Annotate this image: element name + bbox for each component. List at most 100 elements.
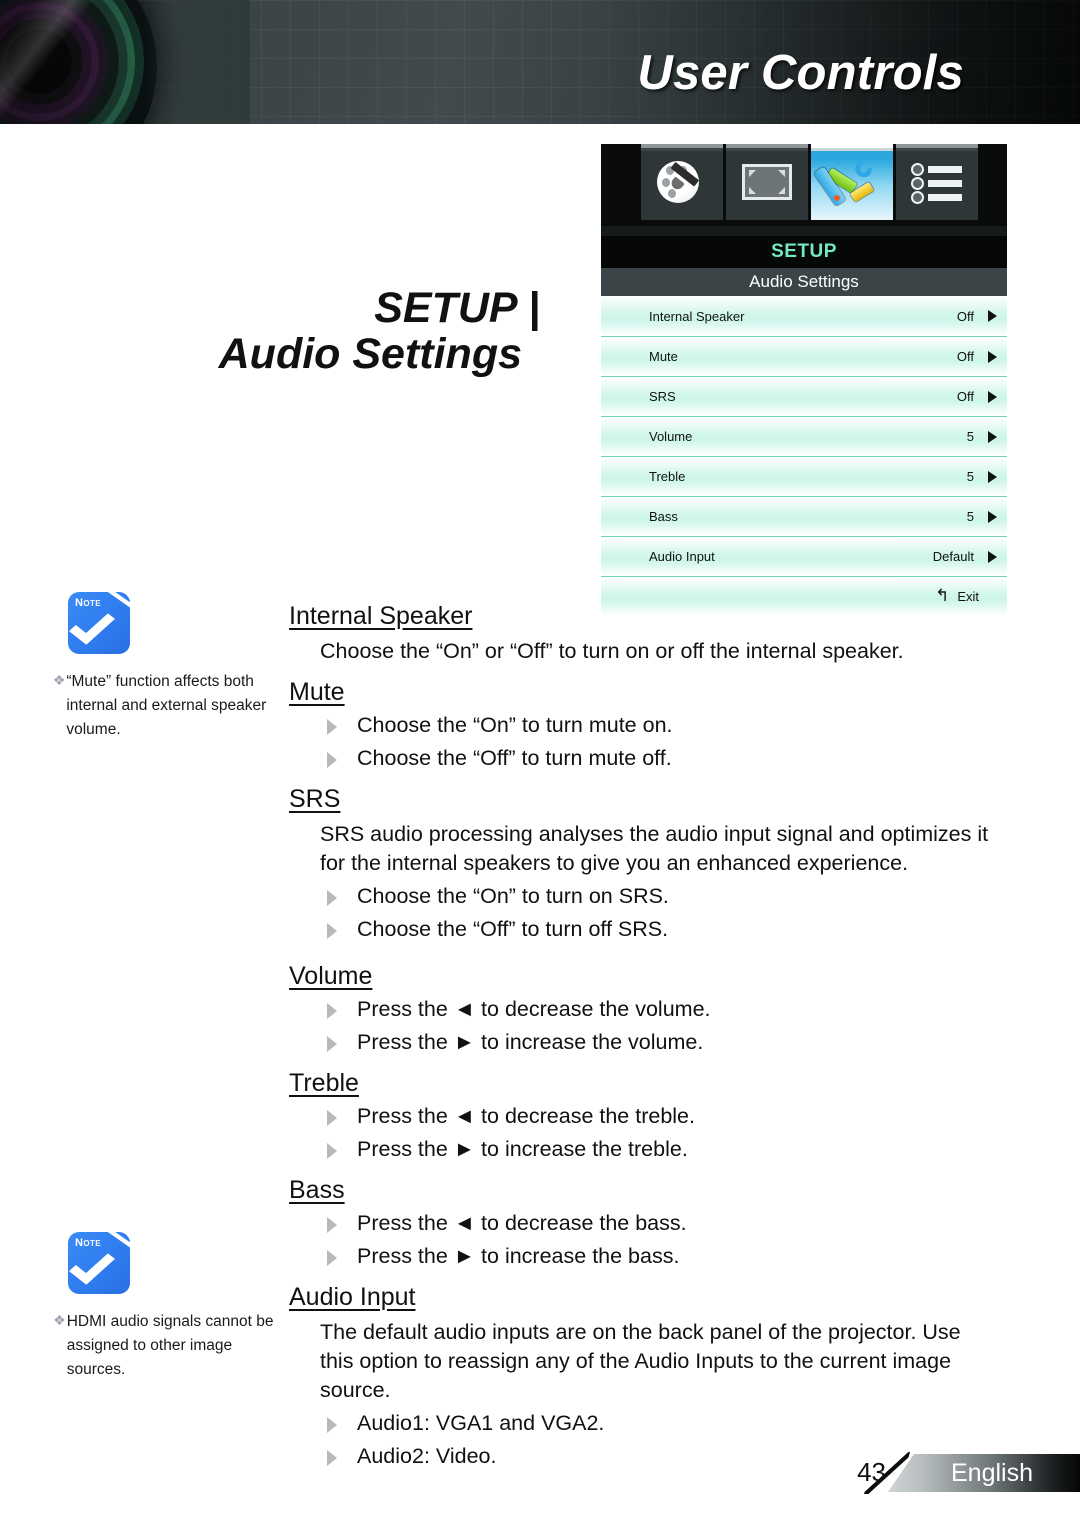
osd-tab-setup[interactable] bbox=[811, 144, 893, 220]
note-checkmark-icon: Note bbox=[68, 1219, 140, 1294]
para-audio-input: The default audio inputs are on the back… bbox=[320, 1320, 961, 1403]
osd-row-label: Volume bbox=[649, 429, 693, 444]
osd-row-label: SRS bbox=[649, 389, 676, 404]
list-item: Press the ◄ to decrease the volume. bbox=[289, 995, 989, 1024]
list-item-text: Press the ◄ to decrease the bass. bbox=[357, 1211, 687, 1236]
bullet-list-volume: Press the ◄ to decrease the volume. Pres… bbox=[289, 995, 989, 1057]
list-item: Press the ◄ to decrease the treble. bbox=[289, 1102, 989, 1131]
osd-row-value: 5 bbox=[966, 509, 974, 524]
note-checkmark-icon: Note bbox=[68, 579, 140, 654]
note-box-mute: Note ❖ “Mute” function affects both inte… bbox=[52, 579, 282, 742]
note-text: “Mute” function affects both internal an… bbox=[66, 673, 267, 739]
screen-resize-icon bbox=[742, 164, 792, 200]
note-body: ❖ “Mute” function affects both internal … bbox=[52, 670, 282, 742]
list-item-text: Press the ► to increase the treble. bbox=[357, 1137, 688, 1162]
list-item: Choose the “Off” to turn off SRS. bbox=[289, 915, 989, 944]
page-header-title: User Controls bbox=[637, 46, 964, 100]
note-bullet-icon: ❖ bbox=[52, 672, 66, 688]
list-item: Audio1: VGA1 and VGA2. bbox=[289, 1409, 989, 1438]
chevron-right-icon[interactable] bbox=[988, 430, 997, 443]
bullet-list-srs: Choose the “On” to turn on SRS. Choose t… bbox=[289, 882, 989, 944]
chevron-right-icon[interactable] bbox=[988, 390, 997, 403]
main-content: Internal Speaker Choose the “On” or “Off… bbox=[289, 598, 989, 1471]
osd-row-label: Audio Input bbox=[649, 549, 715, 564]
heading-internal-speaker: Internal Speaker bbox=[289, 602, 473, 630]
osd-tab-display[interactable] bbox=[726, 144, 808, 220]
page-title-line1: SETUP | bbox=[374, 284, 540, 332]
list-item-text: Choose the “On” to turn on SRS. bbox=[357, 884, 669, 909]
heading-audio-input: Audio Input bbox=[289, 1283, 416, 1312]
language-bar: English bbox=[888, 1454, 1080, 1492]
chevron-right-icon[interactable] bbox=[988, 470, 997, 483]
osd-tab-shelf bbox=[601, 226, 1007, 236]
heading-mute: Mute bbox=[289, 678, 345, 707]
osd-row-value: 5 bbox=[966, 429, 974, 444]
page-footer: 43 English bbox=[0, 1452, 1080, 1498]
osd-row-internal-speaker[interactable]: Internal Speaker Off bbox=[601, 296, 1007, 336]
chevron-right-icon[interactable] bbox=[988, 510, 997, 523]
list-item-text: Choose the “Off” to turn mute off. bbox=[357, 746, 672, 771]
triangle-bullet-icon bbox=[327, 923, 337, 940]
osd-row-value: Off bbox=[956, 308, 974, 324]
list-item-text: Choose the “Off” to turn off SRS. bbox=[357, 917, 669, 942]
list-item-text: Audio1: VGA1 and VGA2. bbox=[357, 1411, 605, 1436]
note-text: HDMI audio signals cannot be assigned to… bbox=[66, 1313, 274, 1379]
list-item: Choose the “On” to turn mute on. bbox=[289, 711, 989, 740]
heading-srs: SRS bbox=[289, 785, 341, 814]
list-item-text: Press the ◄ to decrease the treble. bbox=[357, 1104, 695, 1129]
page-header: User Controls bbox=[0, 0, 1080, 124]
list-item-text: Press the ◄ to decrease the volume. bbox=[357, 997, 711, 1022]
triangle-bullet-icon bbox=[327, 1003, 337, 1020]
chevron-right-icon[interactable] bbox=[988, 550, 997, 563]
palette-brush-icon bbox=[655, 157, 709, 207]
osd-menu-title: SETUP bbox=[601, 236, 1007, 268]
osd-tab-image[interactable] bbox=[641, 144, 723, 220]
triangle-bullet-icon bbox=[327, 1036, 337, 1053]
triangle-bullet-icon bbox=[327, 1143, 337, 1160]
note-bullet-icon: ❖ bbox=[53, 1312, 66, 1328]
osd-submenu-title: Audio Settings bbox=[601, 268, 1007, 296]
heading-volume: Volume bbox=[289, 962, 373, 991]
triangle-bullet-icon bbox=[327, 890, 337, 907]
page-title-line2: Audio Settings bbox=[218, 329, 522, 378]
osd-row-bass[interactable]: Bass 5 bbox=[601, 496, 1007, 536]
triangle-bullet-icon bbox=[327, 1110, 337, 1127]
list-item: Press the ► to increase the volume. bbox=[289, 1028, 989, 1057]
osd-row-label: Treble bbox=[649, 469, 686, 484]
note-box-hdmi: Note ❖ HDMI audio signals cannot be assi… bbox=[52, 1219, 282, 1382]
chevron-right-icon[interactable] bbox=[988, 350, 997, 363]
heading-bass: Bass bbox=[289, 1176, 345, 1205]
osd-row-mute[interactable]: Mute Off bbox=[601, 336, 1007, 376]
osd-row-label: Bass bbox=[649, 509, 678, 524]
para-srs: SRS audio processing analyses the audio … bbox=[320, 822, 989, 876]
bullet-list-treble: Press the ◄ to decrease the treble. Pres… bbox=[289, 1102, 989, 1164]
list-item: Choose the “On” to turn on SRS. bbox=[289, 882, 989, 911]
tools-wrench-screwdriver-icon bbox=[813, 157, 879, 207]
chevron-right-icon[interactable] bbox=[988, 310, 997, 322]
list-item-text: Press the ► to increase the volume. bbox=[357, 1030, 704, 1055]
osd-menu: SETUP Audio Settings Internal Speaker Of… bbox=[601, 144, 1007, 616]
triangle-bullet-icon bbox=[327, 719, 337, 736]
osd-row-srs[interactable]: SRS Off bbox=[601, 376, 1007, 416]
bullet-list-bass: Press the ◄ to decrease the bass. Press … bbox=[289, 1209, 989, 1271]
osd-row-label: Mute bbox=[649, 349, 678, 364]
triangle-bullet-icon bbox=[327, 752, 337, 769]
triangle-bullet-icon bbox=[327, 1417, 337, 1434]
heading-treble: Treble bbox=[289, 1069, 359, 1098]
osd-row-volume[interactable]: Volume 5 bbox=[601, 416, 1007, 456]
osd-row-treble[interactable]: Treble 5 bbox=[601, 456, 1007, 496]
list-item: Choose the “Off” to turn mute off. bbox=[289, 744, 989, 773]
list-item-text: Press the ► to increase the bass. bbox=[357, 1244, 680, 1269]
note-body: ❖ HDMI audio signals cannot be assigned … bbox=[52, 1310, 282, 1382]
osd-tab-options[interactable] bbox=[896, 144, 978, 220]
osd-row-value: Off bbox=[956, 349, 974, 364]
note-check-tail-icon bbox=[104, 579, 140, 619]
osd-row-list: Internal Speaker Off Mute Off SRS Off Vo… bbox=[601, 296, 1007, 616]
osd-row-value: 5 bbox=[966, 469, 974, 484]
osd-row-audio-input[interactable]: Audio Input Default bbox=[601, 536, 1007, 576]
list-item: Press the ► to increase the treble. bbox=[289, 1135, 989, 1164]
osd-tab-bar bbox=[601, 144, 1007, 226]
triangle-bullet-icon bbox=[327, 1250, 337, 1267]
osd-row-value: Off bbox=[956, 389, 974, 404]
list-item-text: Choose the “On” to turn mute on. bbox=[357, 713, 673, 738]
